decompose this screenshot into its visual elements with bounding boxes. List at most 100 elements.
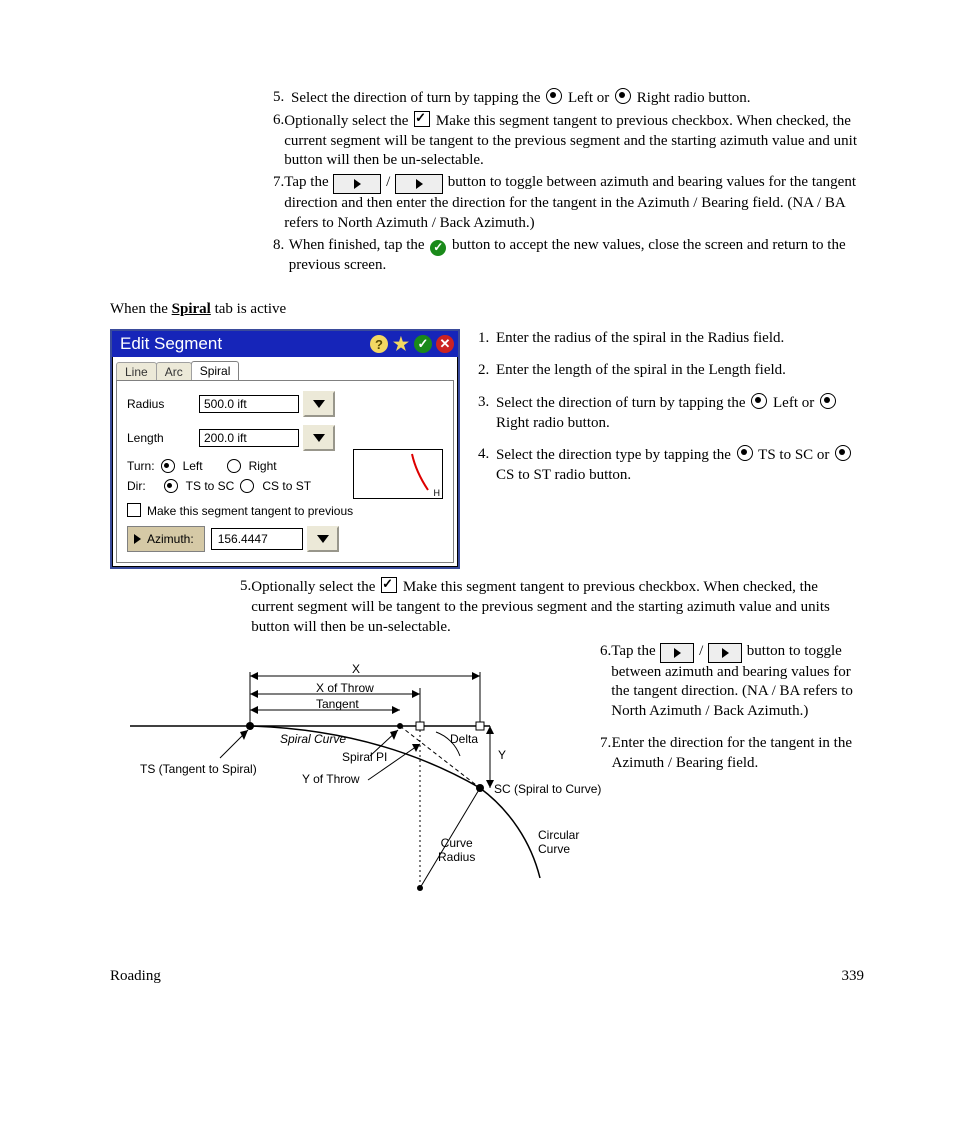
- radius-field: Radius: [127, 391, 443, 417]
- step-number: 7.: [273, 173, 284, 234]
- diag-xthrow: X of Throw: [316, 681, 374, 695]
- length-input[interactable]: [199, 429, 299, 447]
- diag-sc: SC (Spiral to Curve): [494, 782, 601, 796]
- step-number: 5.: [273, 88, 291, 109]
- spiral-steps: 1.Enter the radius of the spiral in the …: [478, 329, 864, 577]
- text: Select the direction of turn by tapping …: [291, 90, 544, 106]
- spiral-step-6: 6. Tap the / button to toggle between az…: [600, 642, 864, 722]
- ok-icon[interactable]: ✓: [414, 335, 432, 353]
- text: Optionally select the: [284, 113, 412, 129]
- length-label: Length: [127, 431, 199, 445]
- spiral-word: Spiral: [172, 301, 211, 317]
- dir-cs-radio[interactable]: [240, 479, 254, 493]
- chevron-down-icon: [313, 434, 325, 442]
- page: 5. Select the direction of turn by tappi…: [0, 0, 954, 1045]
- footer-section: Roading: [110, 968, 161, 985]
- diag-spiralpi: Spiral PI: [342, 750, 387, 764]
- diag-y: Y: [498, 748, 506, 762]
- spiral-preview-plot: H: [353, 449, 443, 499]
- azimuth-dropdown[interactable]: [307, 526, 339, 552]
- azimuth-row: Azimuth: 156.4447: [127, 526, 443, 552]
- toggle-button-icon: [395, 174, 443, 194]
- diagram-row: X X of Throw Tangent Delta Y Spiral Curv…: [110, 642, 864, 908]
- step-7: 7. Tap the / button to toggle between az…: [273, 173, 864, 234]
- radio-icon: [546, 88, 562, 104]
- diag-spiralcurve: Spiral Curve: [280, 732, 346, 746]
- dialog-body: Radius Length Turn: Left Right: [116, 380, 454, 563]
- toggle-button-icon: [333, 174, 381, 194]
- toggle-button-icon: [708, 643, 742, 663]
- favorite-icon[interactable]: ★: [392, 335, 410, 353]
- dir-ts-radio[interactable]: [164, 479, 178, 493]
- chevron-down-icon: [313, 400, 325, 408]
- tangent-label: Make this segment tangent to previous: [147, 504, 353, 518]
- triangle-right-icon: [134, 534, 141, 544]
- step-5: 5. Select the direction of turn by tappi…: [273, 88, 864, 109]
- radius-dropdown[interactable]: [303, 391, 335, 417]
- radio-icon: [737, 445, 753, 461]
- spiral-step-5: 5. Optionally select the Make this segme…: [240, 577, 864, 637]
- text: Tap the: [284, 174, 332, 190]
- plot-axis-label: H: [434, 488, 441, 498]
- radio-icon: [751, 393, 767, 409]
- tab-spiral[interactable]: Spiral: [191, 361, 240, 380]
- diag-x: X: [352, 662, 360, 676]
- step-number: 6.: [273, 111, 284, 171]
- tangent-row: Make this segment tangent to previous: [127, 503, 443, 518]
- checkbox-icon: [414, 111, 430, 127]
- diag-tangent: Tangent: [316, 697, 359, 711]
- text: When finished, tap the: [289, 237, 429, 253]
- dialog-and-diagram: Edit Segment ? ★ ✓ ✕ Line Arc Spiral Rad…: [110, 329, 460, 577]
- dialog-titlebar: Edit Segment ? ★ ✓ ✕: [112, 331, 458, 357]
- turn-label: Turn:: [127, 459, 155, 473]
- azimuth-value[interactable]: 156.4447: [211, 528, 303, 550]
- turn-right-label: Right: [249, 459, 277, 473]
- tab-line[interactable]: Line: [116, 362, 157, 381]
- turn-left-label: Left: [183, 459, 203, 473]
- triangle-right-icon: [674, 648, 681, 658]
- turn-group: Turn: Left Right: [127, 459, 337, 473]
- toggle-button-icon: [660, 643, 694, 663]
- footer-page-number: 339: [842, 968, 865, 985]
- turn-right-radio[interactable]: [227, 459, 241, 473]
- length-dropdown[interactable]: [303, 425, 335, 451]
- dialog-title: Edit Segment: [120, 334, 222, 354]
- spiral-step-2: 2.Enter the length of the spiral in the …: [478, 361, 864, 381]
- titlebar-buttons: ? ★ ✓ ✕: [370, 335, 454, 353]
- length-field: Length: [127, 425, 443, 451]
- tab-arc[interactable]: Arc: [156, 362, 192, 381]
- radio-icon: [820, 393, 836, 409]
- dialog-tabs: Line Arc Spiral: [116, 361, 454, 380]
- text: Left or: [564, 90, 613, 106]
- diag-ythrow: Y of Throw: [302, 772, 360, 786]
- step-6: 6. Optionally select the Make this segme…: [273, 111, 864, 171]
- turn-left-radio[interactable]: [161, 459, 175, 473]
- step-8: 8. When finished, tap the ✓ button to ac…: [273, 236, 864, 276]
- spiral-step-3: 3.Select the direction of turn by tappin…: [478, 393, 864, 434]
- help-icon[interactable]: ?: [370, 335, 388, 353]
- tangent-checkbox[interactable]: [127, 503, 141, 517]
- radius-input[interactable]: [199, 395, 299, 413]
- dir-group: Dir: TS to SC CS to ST: [127, 479, 357, 493]
- text: Right radio button.: [633, 90, 751, 106]
- ok-icon: ✓: [430, 240, 446, 256]
- diag-delta: Delta: [450, 732, 478, 746]
- spiral-diagram: X X of Throw Tangent Delta Y Spiral Curv…: [120, 648, 582, 908]
- page-footer: Roading 339: [110, 968, 864, 985]
- spiral-step-7: 7. Enter the direction for the tangent i…: [600, 734, 864, 774]
- azimuth-toggle-button[interactable]: Azimuth:: [127, 526, 205, 552]
- spiral-heading: When the Spiral tab is active: [110, 300, 864, 320]
- spiral-section: Edit Segment ? ★ ✓ ✕ Line Arc Spiral Rad…: [110, 329, 864, 577]
- triangle-right-icon: [354, 179, 361, 189]
- radius-label: Radius: [127, 397, 199, 411]
- radio-icon: [835, 445, 851, 461]
- dir-ts-label: TS to SC: [186, 479, 235, 493]
- spiral-steps-cont: 6. Tap the / button to toggle between az…: [600, 642, 864, 908]
- step-number: 8.: [273, 236, 289, 276]
- close-icon[interactable]: ✕: [436, 335, 454, 353]
- dir-cs-label: CS to ST: [262, 479, 311, 493]
- radio-icon: [615, 88, 631, 104]
- chevron-down-icon: [317, 535, 329, 543]
- spiral-step-4: 4.Select the direction type by tapping t…: [478, 445, 864, 486]
- diag-circ: Circular Curve: [538, 828, 579, 856]
